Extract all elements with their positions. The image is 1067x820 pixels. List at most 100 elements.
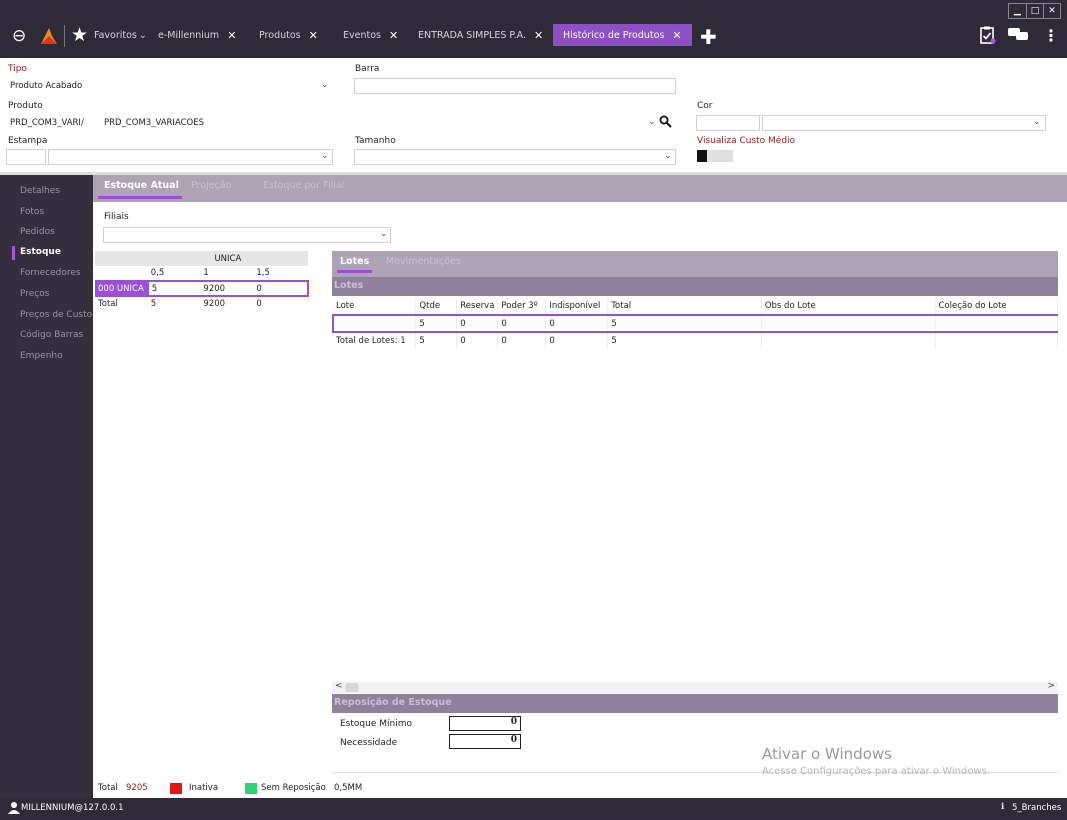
table-cell[interactable]: 0	[497, 314, 547, 333]
search-icon[interactable]	[659, 115, 672, 131]
favoritos-menu[interactable]: Favoritos ⌄	[94, 24, 147, 46]
table-cell[interactable]: 0	[545, 314, 609, 333]
table-cell	[761, 332, 936, 349]
barra-input[interactable]	[354, 78, 676, 94]
star-icon[interactable]: ★	[71, 24, 88, 46]
close-icon[interactable]: ✕	[389, 29, 398, 42]
tab-produtos[interactable]: Produtos ✕	[259, 24, 318, 46]
chat-icon[interactable]	[1007, 26, 1029, 46]
chevron-down-icon[interactable]: ⌄	[648, 117, 656, 127]
grid-cell[interactable]: 5	[146, 280, 201, 297]
sidebar-item-precos[interactable]: Preços	[20, 289, 49, 299]
column-header[interactable]: Poder 3º	[497, 298, 547, 315]
table-row[interactable]: 000 UNICA 5 9200 0	[95, 280, 309, 297]
estoque-minimo-input[interactable]: 0	[449, 716, 521, 731]
cor-select[interactable]	[762, 115, 1046, 131]
tab-e-millennium[interactable]: e-Millennium ✕	[158, 24, 236, 46]
sidebar-item-codigo-barras[interactable]: Código Barras	[20, 330, 83, 340]
tamanho-select[interactable]	[354, 149, 676, 165]
total-label: Total	[98, 783, 118, 793]
custo-medio-toggle[interactable]	[697, 150, 733, 162]
lotes-table: Lote Qtde Reserva Poder 3º Indisponível …	[332, 298, 1058, 349]
tab-estoque-por-filial[interactable]: Estoque por Filial	[263, 180, 344, 191]
estoque-minimo-label: Estoque Mínimo	[340, 719, 412, 729]
estampa-select[interactable]	[48, 149, 333, 165]
clipboard-icon[interactable]	[978, 26, 996, 48]
add-tab-icon[interactable]: ✚	[700, 25, 717, 49]
column-header[interactable]: Reserva	[456, 298, 499, 315]
total-value: 9205	[126, 783, 148, 793]
more-options-icon[interactable]: ⋮	[1043, 26, 1059, 45]
close-window-button[interactable]: ✕	[1043, 4, 1060, 18]
produto-label: Produto	[8, 101, 43, 111]
sidebar-item-fotos[interactable]: Fotos	[20, 207, 44, 217]
column-header[interactable]: Lote	[333, 298, 417, 315]
tab-eventos[interactable]: Eventos ✕	[343, 24, 398, 46]
chevron-down-icon[interactable]: ⌄	[664, 151, 672, 161]
necessidade-label: Necessidade	[340, 738, 398, 748]
sidebar-item-estoque[interactable]: Estoque	[20, 247, 61, 257]
close-icon[interactable]: ✕	[534, 29, 543, 42]
maximize-button[interactable]: □	[1026, 4, 1043, 18]
status-branch: 5_Branches	[1012, 803, 1062, 813]
close-icon[interactable]: ✕	[227, 29, 236, 42]
produto-name-select[interactable]: PRD_COM3_VARIACOES	[100, 115, 658, 131]
filiais-select[interactable]	[103, 227, 391, 243]
chevron-down-icon[interactable]: ⌄	[321, 80, 329, 90]
estampa-label: Estampa	[8, 136, 48, 146]
sidebar-item-precos-custo[interactable]: Preços de Custo	[20, 310, 92, 320]
tipo-select[interactable]: Produto Acabado	[6, 78, 333, 94]
table-row[interactable]: 5 0 0 0 5	[332, 314, 1058, 333]
chevron-down-icon[interactable]: ⌄	[321, 151, 329, 161]
close-icon[interactable]: ✕	[309, 29, 318, 42]
column-header[interactable]: Indisponível	[545, 298, 609, 315]
sidebar-item-pedidos[interactable]: Pedidos	[20, 227, 55, 237]
produto-code-input[interactable]: PRD_COM3_VARI/	[6, 115, 98, 131]
filiais-label: Filiais	[104, 212, 129, 222]
table-cell[interactable]: 0	[456, 314, 499, 333]
grid-size-header: 1,5	[256, 268, 270, 278]
tab-entrada-simples[interactable]: ENTRADA SIMPLES P.A. ✕	[418, 24, 543, 46]
tab-movimentacoes[interactable]: Movimentações	[386, 256, 461, 267]
sidebar-item-detalhes[interactable]: Detalhes	[20, 186, 60, 196]
sem-reposicao-label: Sem Reposição	[261, 783, 326, 793]
chevron-down-icon[interactable]: ⌄	[1033, 117, 1041, 127]
column-header[interactable]: Obs do Lote	[761, 298, 936, 315]
column-header[interactable]: Coleção do Lote	[935, 298, 1058, 315]
estampa-code-input[interactable]	[6, 149, 46, 165]
close-icon[interactable]: ✕	[672, 29, 681, 42]
horizontal-scrollbar[interactable]: < >	[332, 681, 1058, 693]
column-header[interactable]: Total	[607, 298, 762, 315]
scrollbar-thumb[interactable]	[346, 683, 358, 692]
chevron-right-icon[interactable]: >	[1047, 681, 1055, 691]
tipo-label: Tipo	[8, 64, 27, 74]
table-row[interactable]: Total 5 9200 0	[95, 296, 308, 311]
table-cell[interactable]	[761, 314, 936, 333]
tab-projecao[interactable]: Projeção	[191, 180, 231, 191]
sem-reposicao-swatch	[245, 783, 257, 794]
tab-estoque-atual[interactable]: Estoque Atual	[104, 180, 179, 191]
grid-cell: 5	[150, 299, 157, 309]
window-controls: ▁ □ ✕	[1008, 3, 1061, 19]
column-header[interactable]: Qtde	[415, 298, 458, 315]
table-cell[interactable]	[935, 314, 1058, 333]
chevron-down-icon[interactable]: ⌄	[380, 229, 388, 239]
inativa-label: Inativa	[189, 783, 219, 793]
cor-code-input[interactable]	[696, 115, 760, 131]
table-cell[interactable]: 5	[415, 314, 458, 333]
tab-historico-produtos[interactable]: Histórico de Produtos ✕	[553, 24, 692, 46]
minimize-button[interactable]: ▁	[1009, 4, 1026, 18]
tab-lotes[interactable]: Lotes	[340, 256, 369, 267]
tab-underline	[337, 270, 372, 273]
table-cell[interactable]	[332, 314, 417, 333]
table-cell[interactable]: 5	[607, 314, 762, 333]
grid-cell[interactable]: 0	[253, 280, 309, 297]
grid-cell[interactable]: 9200	[200, 280, 254, 297]
necessidade-input[interactable]: 0	[449, 734, 521, 749]
chevron-left-icon[interactable]: <	[335, 681, 343, 691]
sidebar-item-fornecedores[interactable]: Fornecedores	[20, 268, 81, 278]
tipo-value: Produto Acabado	[10, 81, 83, 91]
sidebar-item-empenho[interactable]: Empenho	[20, 351, 63, 361]
table-cell: 0	[456, 332, 499, 349]
back-icon[interactable]: ⊖	[12, 26, 26, 46]
